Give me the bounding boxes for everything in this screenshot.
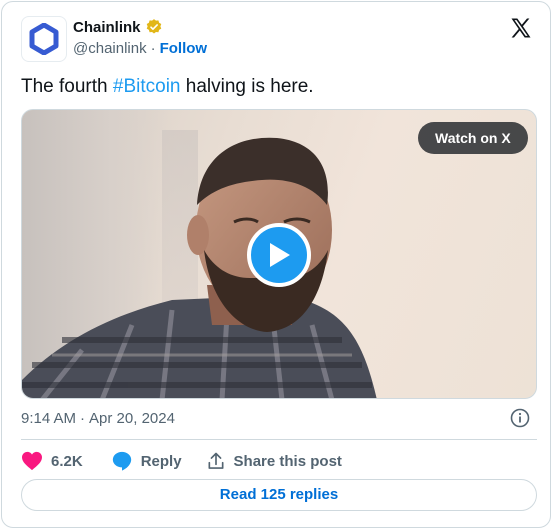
watch-on-x-button[interactable]: Watch on X: [418, 122, 528, 154]
dot-separator: ·: [150, 40, 156, 57]
heart-icon: [22, 451, 42, 471]
reply-label: Reply: [140, 452, 182, 470]
account-name[interactable]: Chainlink: [73, 19, 141, 36]
chainlink-hexagon-icon: [29, 23, 59, 55]
follow-button[interactable]: Follow: [160, 40, 208, 57]
x-logo-icon[interactable]: [509, 16, 533, 40]
tweet-text-end: halving is here.: [180, 76, 314, 97]
info-icon[interactable]: [510, 408, 530, 428]
account-handle-row: @chainlink · Follow: [73, 40, 207, 57]
bitcoin-hashtag-link[interactable]: #Bitcoin: [113, 76, 181, 97]
share-icon: [208, 452, 224, 469]
share-label: Share this post: [233, 452, 342, 470]
action-bar: 6.2K Reply Share this post: [21, 450, 342, 472]
avatar[interactable]: [21, 16, 67, 62]
like-button[interactable]: 6.2K: [21, 451, 83, 471]
tweet-text-start: The fourth: [21, 76, 113, 97]
share-button[interactable]: Share this post: [206, 451, 342, 471]
divider: [21, 439, 537, 440]
play-button[interactable]: [247, 223, 311, 287]
verified-badge-icon: [146, 19, 161, 34]
video-thumbnail[interactable]: Watch on X: [21, 109, 537, 399]
tweet-time: 9:14 AM: [21, 410, 77, 427]
tweet-embed-card: Chainlink @chainlink · Follow The fourth…: [1, 1, 551, 528]
tweet-timestamp[interactable]: 9:14 AM · Apr 20, 2024: [21, 410, 175, 427]
play-icon: [270, 243, 290, 267]
tweet-text: The fourth #Bitcoin halving is here.: [21, 76, 314, 98]
like-count: 6.2K: [51, 452, 83, 470]
reply-button[interactable]: Reply: [111, 450, 182, 472]
tweet-date: Apr 20, 2024: [89, 410, 175, 427]
read-replies-button[interactable]: Read 125 replies: [21, 479, 537, 511]
reply-bubble-icon: [112, 451, 131, 471]
timestamp-separator: ·: [80, 410, 86, 427]
account-name-row: Chainlink: [73, 18, 163, 36]
account-handle[interactable]: @chainlink: [73, 40, 147, 57]
